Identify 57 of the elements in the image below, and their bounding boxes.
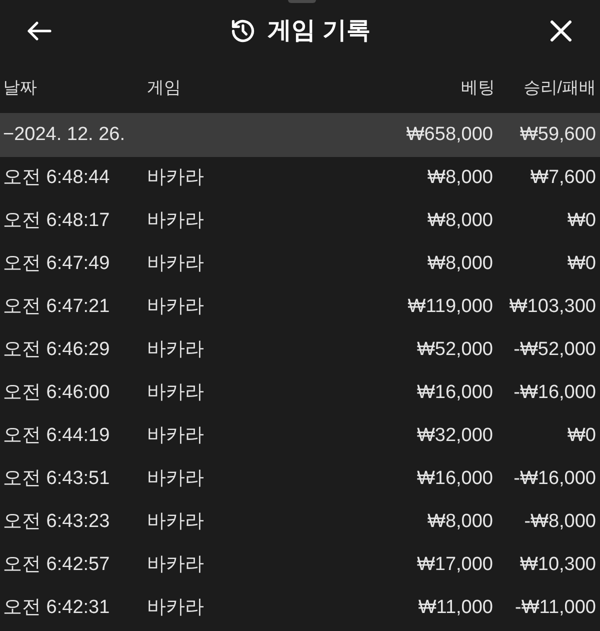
- table-cell-text: 바카라: [147, 295, 205, 320]
- table-cell-text: ₩103,300: [508, 295, 597, 320]
- table-cell-text: 바카라: [147, 553, 205, 578]
- table-cell-text: 오전 6:47:49: [2, 252, 111, 276]
- table-cell-text: −2024. 12. 26.: [2, 122, 126, 147]
- table-cell-text: ₩119,000: [406, 295, 493, 320]
- table-cell-text: ₩658,000: [405, 122, 493, 147]
- table-cell-text: ₩52,000: [416, 338, 493, 362]
- table-cell-text: 오전 6:48:44: [2, 166, 111, 190]
- table-cell-text: 오전 6:43:51: [2, 467, 111, 492]
- table-cell-text: 오전 6:48:17: [2, 209, 111, 234]
- table-cell-text: ₩7,600: [530, 166, 597, 190]
- table-cell-text: ₩16,000: [416, 381, 493, 406]
- table-cell-text: 바카라: [147, 381, 205, 406]
- table-cell-text: ₩17,000: [416, 553, 493, 578]
- grabber-handle[interactable]: [288, 0, 316, 3]
- table-cell-text: 오전 6:46:00: [2, 381, 111, 406]
- table-cell-text: 바카라: [147, 166, 205, 190]
- table-cell-text: ₩0: [566, 424, 597, 448]
- table-cell-text: -₩8,000: [523, 510, 597, 534]
- column-header: 승리/패배: [522, 76, 597, 99]
- date-group-row[interactable]: −2024. 12. 26. ₩658,000 ₩59,600: [0, 113, 600, 157]
- table-cell-text: -₩16,000: [512, 467, 597, 492]
- window-title: 게임 기록: [268, 16, 370, 46]
- table-cell-text: -₩52,000: [512, 338, 597, 362]
- table-cell-text: ₩32,000: [416, 424, 493, 448]
- table-cell-text: 바카라: [147, 424, 205, 448]
- table-cell-text: 바카라: [147, 596, 205, 620]
- table-cell-text: 오전 6:42:31: [2, 596, 111, 620]
- table-cell-text: ₩8,000: [426, 166, 493, 190]
- table-cell-text: 바카라: [147, 338, 205, 362]
- table-cell-text: 바카라: [147, 510, 205, 534]
- history-icon: [230, 18, 256, 44]
- table-cell-text: ₩0: [566, 209, 597, 234]
- table-cell-text: 오전 6:47:21: [2, 295, 111, 320]
- close-icon: [550, 20, 572, 42]
- table-cell-text: 오전 6:46:29: [2, 338, 111, 362]
- table-cell-text: ₩8,000: [426, 252, 493, 276]
- table-cell-text: 바카라: [147, 467, 205, 492]
- table-cell-text: ₩10,300: [518, 553, 597, 578]
- table-cell-text: 바카라: [147, 252, 205, 276]
- table-cell-text: 오전 6:42:57: [2, 553, 111, 578]
- table-cell-text: -₩11,000: [514, 596, 597, 620]
- table-cell-text: ₩8,000: [426, 209, 493, 234]
- table-cell-text: 오전 6:44:19: [2, 424, 111, 448]
- column-header: 게임: [147, 76, 182, 99]
- table-cell-text: ₩16,000: [416, 467, 493, 492]
- back-arrow-icon: [26, 20, 52, 42]
- table-cell-text: -₩16,000: [512, 381, 597, 406]
- table-cell-text: ₩8,000: [426, 510, 493, 534]
- table-cell-text: ₩11,000: [417, 596, 493, 620]
- table-cell-text: ₩0: [566, 252, 597, 276]
- table-cell-text: ₩59,600: [518, 122, 597, 147]
- column-header: 베팅: [460, 76, 495, 99]
- column-header: 날짜: [2, 76, 38, 99]
- table-cell-text: 바카라: [147, 209, 205, 234]
- table-cell-text: 오전 6:43:23: [2, 510, 111, 534]
